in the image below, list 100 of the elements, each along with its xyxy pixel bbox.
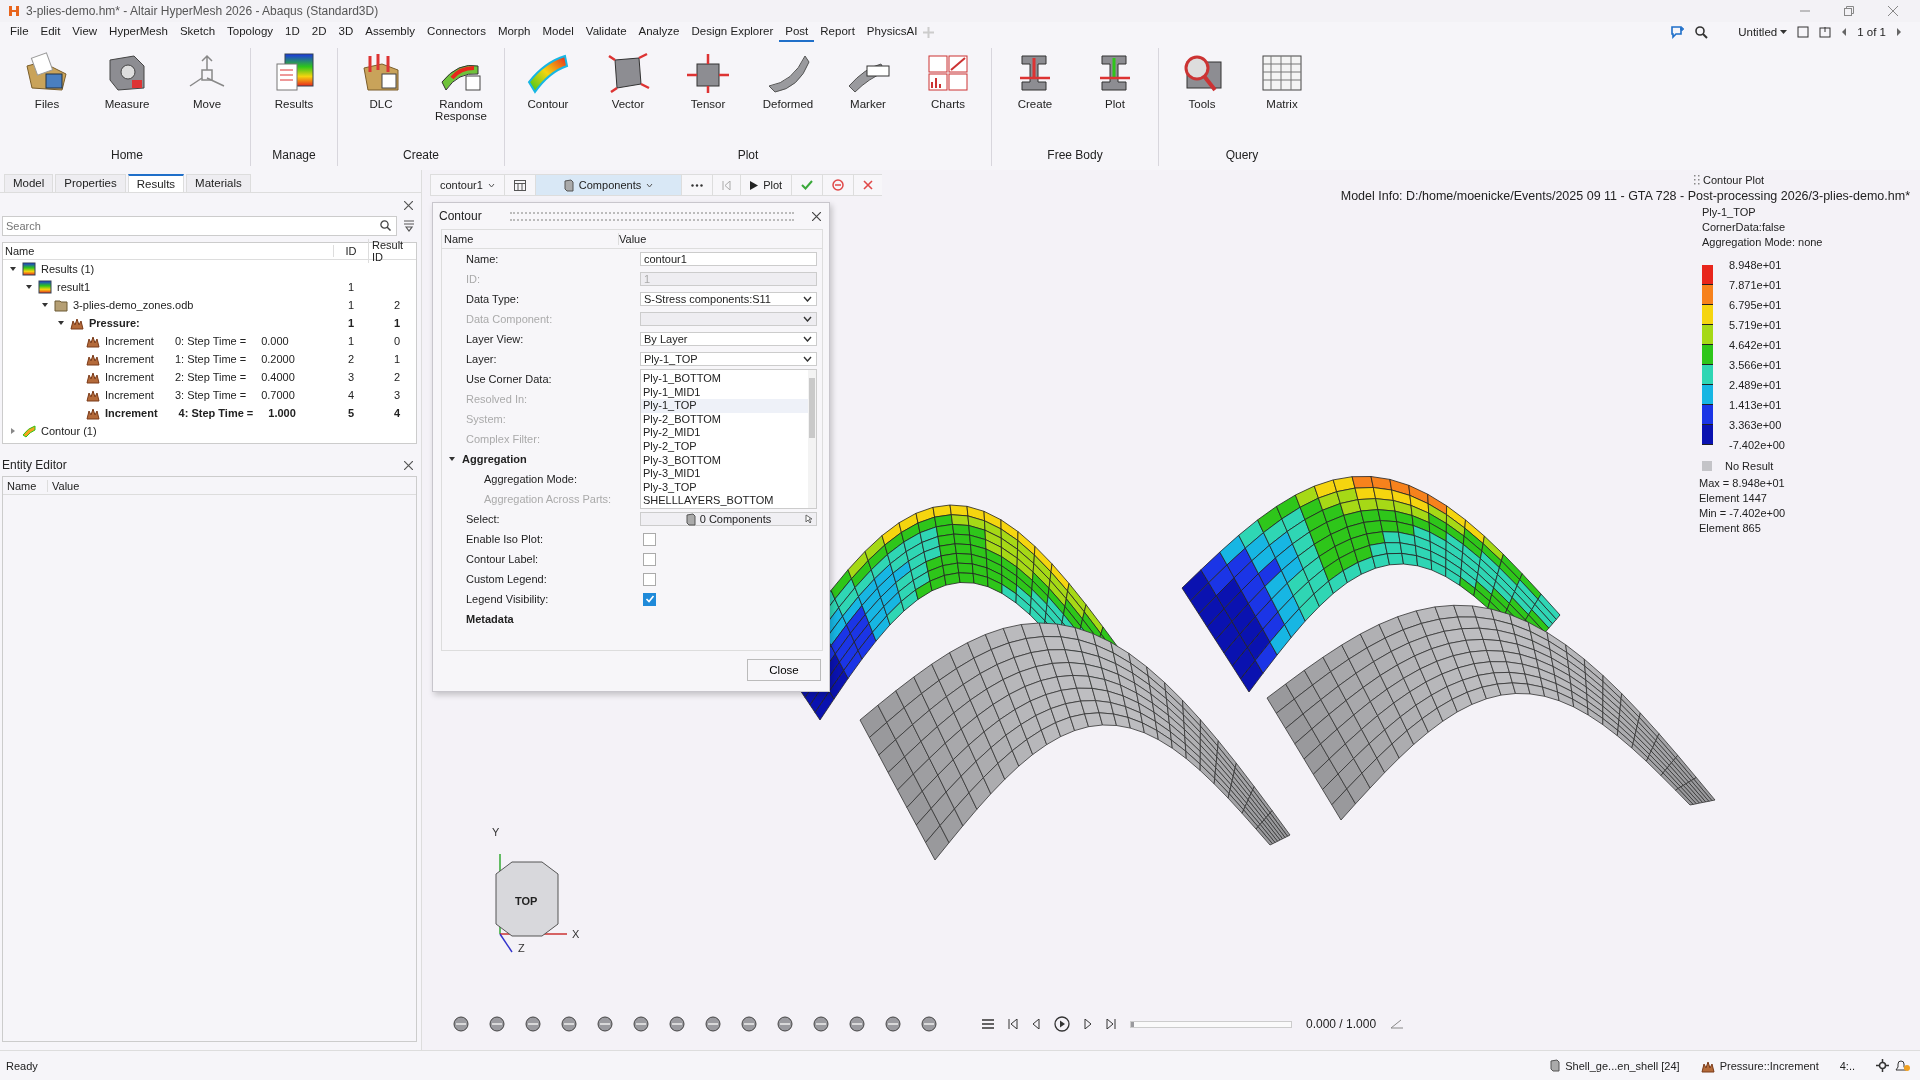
panel-tab[interactable]: Properties: [55, 174, 126, 192]
menu-icon[interactable]: [982, 1019, 994, 1029]
menu-item[interactable]: Connectors: [421, 22, 492, 42]
column-header[interactable]: Result ID: [368, 239, 416, 263]
drag-handle[interactable]: [509, 211, 794, 221]
ribbon-button[interactable]: Plot: [1082, 48, 1148, 148]
menu-item[interactable]: Assembly: [359, 22, 422, 42]
tree-item-label[interactable]: result1: [57, 281, 91, 293]
menu-item[interactable]: Sketch: [173, 22, 222, 42]
menu-item[interactable]: 1D: [279, 22, 306, 42]
menu-item[interactable]: Post: [779, 22, 815, 42]
checkbox[interactable]: [643, 592, 656, 606]
checkbox[interactable]: [643, 532, 656, 546]
column-header[interactable]: Value: [48, 479, 80, 492]
ribbon-button[interactable]: Results: [261, 48, 327, 148]
section-heading[interactable]: Aggregation: [462, 453, 527, 465]
settings-icon[interactable]: [1876, 1059, 1889, 1072]
column-header[interactable]: Name: [3, 479, 48, 492]
step-forward-icon[interactable]: [1084, 1019, 1092, 1029]
menu-item[interactable]: Edit: [34, 22, 67, 42]
ribbon-button[interactable]: Random Response: [428, 48, 494, 148]
tree-item-label[interactable]: 3-plies-demo_zones.odb: [73, 299, 194, 311]
scrollbar[interactable]: [808, 370, 816, 508]
menu-item[interactable]: Report: [814, 22, 861, 42]
search-icon[interactable]: [1695, 25, 1709, 39]
collapsed-caret-icon[interactable]: [9, 427, 17, 435]
menu-item[interactable]: File: [4, 22, 35, 42]
dropdown[interactable]: S-Stress components:S11: [640, 292, 817, 306]
menu-item[interactable]: Topology: [221, 22, 280, 42]
ribbon-button[interactable]: Tensor: [675, 48, 741, 148]
ribbon-button[interactable]: Marker: [835, 48, 901, 148]
status-item[interactable]: Shell_ge...en_shell [24]: [1565, 1059, 1680, 1072]
ribbon-button[interactable]: Charts: [915, 48, 981, 148]
dropdown[interactable]: Ply-1_TOP: [640, 352, 817, 366]
menu-item[interactable]: Morph: [491, 22, 537, 42]
filter-icon[interactable]: [403, 220, 415, 232]
ribbon-button[interactable]: Vector: [595, 48, 661, 148]
list-option[interactable]: Ply-1_BOTTOM: [641, 372, 808, 386]
tree-item-label[interactable]: Pressure:: [89, 317, 140, 329]
list-option[interactable]: Ply-3_TOP: [641, 480, 808, 495]
view-cube[interactable]: [495, 861, 559, 937]
contour-dropdown[interactable]: contour1: [430, 174, 504, 196]
list-option[interactable]: Ply-2_BOTTOM: [641, 412, 808, 427]
tree-item-label[interactable]: Results (1): [41, 263, 95, 275]
ribbon-button[interactable]: Matrix: [1249, 48, 1315, 148]
document-dropdown[interactable]: Untitled: [1738, 26, 1788, 38]
ribbon-button[interactable]: Move: [174, 48, 240, 148]
text-field[interactable]: contour1: [640, 252, 817, 266]
search-field[interactable]: Search: [2, 216, 397, 236]
checkbox[interactable]: [643, 552, 656, 566]
chat-icon[interactable]: [1671, 25, 1686, 39]
close-icon[interactable]: [404, 201, 413, 210]
step-back-icon[interactable]: [1032, 1019, 1040, 1029]
menu-item[interactable]: HyperMesh: [103, 22, 174, 42]
ribbon-button[interactable]: Deformed: [755, 48, 821, 148]
menu-item[interactable]: Design Explorer: [685, 22, 780, 42]
ribbon-button[interactable]: Files: [14, 48, 80, 148]
expanded-caret-icon[interactable]: [41, 301, 49, 309]
menu-item[interactable]: Analyze: [632, 22, 686, 42]
plain-shell-drawing[interactable]: [1266, 604, 1716, 821]
list-option[interactable]: Ply-3_MID1: [641, 467, 808, 481]
status-item[interactable]: 4:..: [1839, 1059, 1855, 1072]
menu-item[interactable]: View: [66, 22, 104, 42]
panel-tab[interactable]: Model: [4, 174, 54, 192]
previous-arrow-icon[interactable]: [1841, 28, 1848, 36]
menu-item[interactable]: PhysicsAI: [860, 22, 924, 42]
menu-item[interactable]: 2D: [305, 22, 333, 42]
plot-button[interactable]: Plot: [740, 174, 792, 196]
ribbon-button[interactable]: Create: [1002, 48, 1068, 148]
list-option[interactable]: Ply-2_MID1: [641, 426, 808, 440]
plain-shell-drawing[interactable]: [859, 622, 1291, 861]
close-icon[interactable]: [863, 180, 874, 190]
play-icon[interactable]: [1054, 1016, 1070, 1032]
close-icon[interactable]: [404, 460, 413, 470]
column-header[interactable]: ID: [333, 245, 368, 257]
expanded-caret-icon[interactable]: [448, 455, 456, 463]
next-arrow-icon[interactable]: [1896, 28, 1902, 36]
close-button[interactable]: Close: [747, 659, 821, 681]
entity-selector[interactable]: 0 Components: [640, 512, 817, 526]
first-frame-icon[interactable]: [1008, 1019, 1018, 1029]
drag-handle-icon[interactable]: [1694, 175, 1700, 185]
angle-icon[interactable]: [1390, 1019, 1405, 1029]
tree-item-label[interactable]: Contour (1): [41, 425, 97, 437]
cancel-icon[interactable]: [832, 179, 845, 191]
menu-item[interactable]: Validate: [579, 22, 633, 42]
expanded-caret-icon[interactable]: [57, 319, 65, 327]
menu-item[interactable]: Model: [536, 22, 580, 42]
ribbon-button[interactable]: Contour: [515, 48, 581, 148]
tree-item-label[interactable]: Increment: [105, 389, 154, 401]
tree-item-label[interactable]: Increment: [105, 335, 154, 347]
status-item[interactable]: Pressure::Increment: [1719, 1059, 1819, 1072]
ribbon-button[interactable]: Measure: [94, 48, 160, 148]
list-option[interactable]: SHELLLAYERS_BOTTOM: [641, 494, 808, 508]
ribbon-button[interactable]: Tools: [1169, 48, 1235, 148]
tree-item-label[interactable]: Increment: [105, 407, 158, 419]
ribbon-button[interactable]: DLC: [348, 48, 414, 148]
column-header[interactable]: Name: [3, 245, 333, 257]
close-icon[interactable]: [812, 211, 821, 221]
selection-filter-button[interactable]: Components: [534, 174, 682, 196]
restore-icon[interactable]: [1844, 6, 1854, 16]
